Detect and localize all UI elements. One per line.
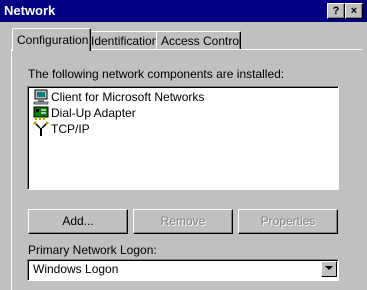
dropdown-button[interactable] (321, 261, 337, 277)
add-button-label: Add... (62, 214, 94, 228)
tab-configuration-label: Configuration (17, 33, 89, 47)
tab-access-control[interactable]: Access Control (156, 31, 242, 50)
tab-access-control-label: Access Control (161, 34, 242, 48)
remove-button-label: Remove (160, 214, 206, 228)
remove-button[interactable]: Remove (133, 209, 233, 234)
primary-logon-select[interactable]: Windows Logon (27, 259, 339, 281)
help-icon: ? (332, 5, 340, 17)
logon-label: Primary Network Logon: (28, 243, 157, 257)
list-item-label: Client for Microsoft Networks (51, 90, 205, 104)
network-client-icon (33, 89, 49, 105)
properties-button[interactable]: Properties (238, 209, 338, 234)
window-title: Network (4, 3, 56, 18)
list-item-label: TCP/IP (51, 122, 90, 136)
help-button[interactable]: ? (327, 3, 345, 19)
protocol-icon (33, 121, 49, 137)
tab-identification-label: Identification (91, 34, 159, 48)
chevron-down-icon (325, 266, 333, 270)
tab-configuration[interactable]: Configuration (12, 28, 91, 51)
close-button[interactable]: × (345, 3, 363, 19)
components-list[interactable]: Client for Microsoft Networks Dial-Up Ad… (27, 86, 339, 190)
primary-logon-value: Windows Logon (33, 262, 119, 276)
tab-identification[interactable]: Identification (86, 31, 163, 50)
title-bar[interactable]: Network ? × (0, 0, 367, 22)
properties-button-label: Properties (260, 214, 316, 228)
network-adapter-icon (33, 105, 49, 121)
add-button[interactable]: Add... (28, 209, 128, 234)
components-label: The following network components are ins… (28, 67, 285, 81)
list-item-label: Dial-Up Adapter (51, 106, 136, 120)
close-icon: × (350, 5, 358, 17)
